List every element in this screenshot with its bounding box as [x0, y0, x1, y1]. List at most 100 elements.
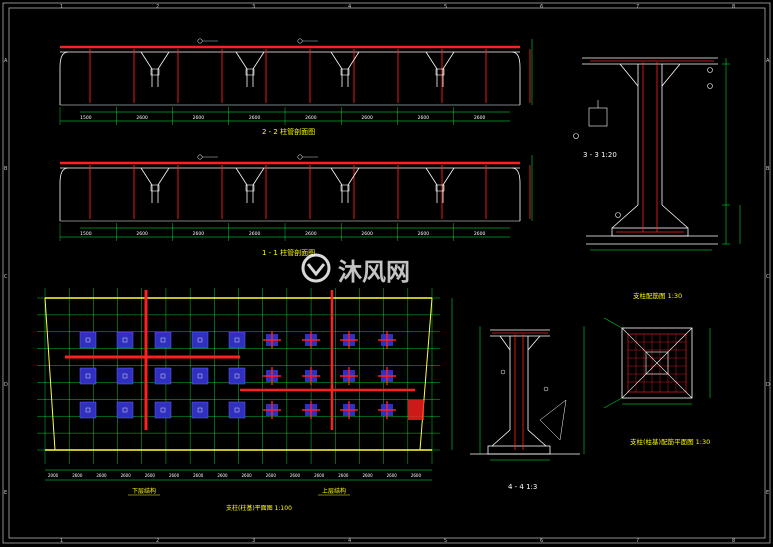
dim-text: 2600	[387, 473, 398, 478]
dim-text: 2600	[266, 473, 277, 478]
y-support	[235, 51, 265, 87]
dim-text: 2600	[305, 231, 317, 237]
y-support	[140, 167, 170, 203]
frame-row-label: E	[766, 490, 769, 496]
footing	[228, 331, 246, 349]
callout-marker	[197, 154, 203, 160]
section-3-3-title: 3 - 3 1:20	[583, 151, 617, 159]
dim-text: 1500	[80, 231, 92, 237]
frame-col-label: 4	[348, 4, 351, 10]
frame-col-label: 7	[636, 538, 639, 544]
dim-text: 2600	[193, 473, 204, 478]
frame-col-label: 2	[156, 4, 159, 10]
plan-main-title: 支柱(柱基)平面图 1:100	[226, 504, 292, 512]
dim-text: 2600	[474, 231, 486, 237]
frame-col-label: 5	[444, 538, 447, 544]
dim-text: 2600	[362, 473, 373, 478]
callout-marker	[297, 154, 303, 160]
frame-row-label: C	[4, 274, 8, 280]
dim-text: 2600	[361, 115, 373, 121]
y-support	[235, 167, 265, 203]
column-plan-detail	[603, 317, 711, 409]
frame-row-label: B	[766, 166, 770, 172]
footing	[79, 331, 97, 349]
cad-drawing: 1122334455667788A AB BC CD DE E 1500 2600 2600 2…	[2, 2, 771, 544]
dim-text: 2600	[72, 473, 83, 478]
callout-marker	[297, 38, 303, 44]
section-4-4	[470, 326, 585, 461]
dim-text: 2600	[474, 115, 486, 121]
dim-text: 1500	[80, 115, 92, 121]
section-1-1: 1500 2600 2600 2600 2600 2600 2600 2600	[59, 154, 533, 241]
y-support	[425, 167, 455, 203]
dim-text: 2600	[121, 473, 132, 478]
footing	[79, 401, 97, 419]
dim-text: 2600	[193, 231, 205, 237]
frame-col-label: 3	[252, 538, 255, 544]
y-support	[425, 51, 455, 87]
frame-col-label: 3	[252, 4, 255, 10]
end-column-right	[511, 51, 521, 105]
footing	[154, 401, 172, 419]
dim-text: 2600	[290, 473, 301, 478]
section-2-2: 1500 2600 2600 2600 2600 2600 2600 2600	[59, 38, 533, 125]
frame-col-label: 1	[60, 4, 63, 10]
end-column-right	[511, 167, 521, 221]
frame-col-label: 8	[732, 4, 735, 10]
frame-row-label: D	[4, 382, 8, 388]
dim-text: 2600	[145, 473, 156, 478]
y-support	[140, 51, 170, 87]
end-column-left	[59, 51, 69, 105]
plan-right-title: 上层结构	[322, 487, 346, 495]
dim-text: 2600	[136, 231, 148, 237]
frame-col-label: 8	[732, 538, 735, 544]
footing-plan: 2000 2600 2600 2600 2600 2600 2600 2600 2600 2600…	[37, 288, 453, 496]
dim-text: 2600	[249, 115, 261, 121]
y-support	[330, 51, 360, 87]
frame-col-label: 7	[636, 4, 639, 10]
footing	[191, 401, 209, 419]
watermark-logo-icon	[301, 253, 331, 283]
dim-text: 2600	[96, 473, 107, 478]
footing	[116, 331, 134, 349]
watermark-text: 沐风网	[338, 258, 410, 286]
dim-text: 2600	[305, 115, 317, 121]
plan-left-title: 下层结构	[132, 487, 156, 495]
dim-text: 2600	[169, 473, 180, 478]
stair-hatch	[408, 400, 424, 420]
dim-text: 2600	[136, 115, 148, 121]
frame-col-label: 6	[540, 538, 543, 544]
frame-row-label: A	[766, 58, 770, 64]
dim-text: 2600	[338, 473, 349, 478]
frame-row-label: C	[766, 274, 770, 280]
frame-col-label: 6	[540, 4, 543, 10]
yellow-beam	[44, 297, 56, 451]
footing	[154, 367, 172, 385]
cad-drawing-canvas: 1122334455667788AABBCCDDEE 1500 2600 2600 2…	[0, 0, 773, 547]
frame-col-label: 5	[444, 4, 447, 10]
dim-text: 2600	[314, 473, 325, 478]
end-column-left	[59, 167, 69, 221]
dim-text: 2000	[48, 473, 59, 478]
footing	[154, 331, 172, 349]
footing	[228, 401, 246, 419]
frame-row-label: D	[766, 382, 770, 388]
dim-text: 2600	[242, 473, 253, 478]
section-4-4-title: 4 - 4 1:3	[508, 483, 537, 491]
dim-text: 2600	[411, 473, 422, 478]
yellow-beam	[419, 297, 433, 451]
footing	[79, 367, 97, 385]
dim-text: 2600	[361, 231, 373, 237]
footing	[116, 367, 134, 385]
footing	[116, 401, 134, 419]
footing	[228, 367, 246, 385]
dim-text: 2600	[193, 115, 205, 121]
watermark: 沐风网	[301, 253, 410, 286]
frame-row-label: E	[4, 490, 7, 496]
frame-row-label: A	[4, 58, 8, 64]
section-2-2-title: 2 - 2 柱管剖面图	[262, 127, 315, 136]
column-rebar-title: 支柱配筋图 1:30	[633, 291, 682, 300]
frame-row-label: B	[4, 166, 8, 172]
callout-marker	[197, 38, 203, 44]
plan-detail-title: 支柱(柱基)配筋平面图 1:30	[630, 437, 710, 446]
